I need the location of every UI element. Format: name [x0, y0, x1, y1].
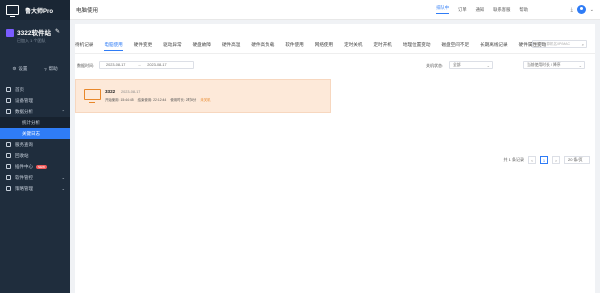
- monitor-icon: [84, 89, 101, 103]
- tab-hw-load[interactable]: 硬件高负载: [251, 42, 274, 51]
- company-switcher[interactable]: 3322软件站 已加入 1 个团队 ✎: [0, 20, 70, 44]
- settings-button[interactable]: ⚙ 设置: [12, 66, 27, 72]
- recycle-icon: [6, 153, 11, 158]
- record-duration: 使用时长: 2时8分: [170, 98, 197, 102]
- company-sub: 已加入 1 个团队: [17, 38, 46, 43]
- edit-icon[interactable]: ✎: [55, 28, 60, 35]
- company-avatar: [6, 29, 14, 37]
- policy-icon: [6, 186, 11, 191]
- tab-pc-usage[interactable]: 电脑使用: [104, 42, 123, 51]
- gear-icon: ⚙: [12, 66, 17, 71]
- tab-driver[interactable]: 驱动异常: [163, 42, 181, 51]
- page-size-select[interactable]: 20 条/页: [564, 156, 590, 164]
- tab-disk-fault[interactable]: 硬盘故障: [193, 42, 211, 51]
- date-separator: →: [137, 63, 142, 67]
- tab-hw-change[interactable]: 硬件变更: [134, 42, 152, 51]
- chart-icon: [6, 109, 11, 114]
- home-icon: [6, 87, 11, 92]
- page-title: 电脑使用: [76, 7, 99, 14]
- pagination: 共 1 条记录 < 1 > 20 条/页: [504, 156, 590, 164]
- sidebar-nav: 首页 设备管理 数据分析 ⌃ 统计分析 关键日志 服务查询 回收站 插件中心 NEW…: [0, 84, 70, 194]
- topbar-link-notice[interactable]: 通知: [476, 7, 485, 13]
- new-badge: NEW: [36, 164, 47, 169]
- shutdown-label: 关机状态:: [426, 63, 444, 68]
- main-panel: 待机记录 电脑使用 硬件变更 驱动异常 硬盘故障 硬件高温 硬件高负载 软件使用…: [75, 24, 595, 293]
- tab-offline[interactable]: 长期离线记录: [480, 42, 508, 51]
- sidebar-item-devices[interactable]: 设备管理: [0, 95, 70, 106]
- sidebar-item-analysis[interactable]: 数据分析 ⌃: [0, 106, 70, 117]
- date-end: 2023-08-17: [147, 63, 167, 67]
- sidebar-item-plugins[interactable]: 插件中心 NEW: [0, 161, 70, 172]
- sidebar-item-software[interactable]: 软件管控 ⌄: [0, 172, 70, 183]
- help-icon: ?: [44, 66, 47, 72]
- monitor-logo-icon: [6, 5, 19, 17]
- search-icon: ⌕: [581, 42, 584, 47]
- tab-hw-temp[interactable]: 硬件高温: [222, 42, 240, 51]
- chevron-down-icon: ⌄: [486, 63, 490, 68]
- logo-text: 鲁大师Pro: [25, 8, 54, 15]
- company-name: 3322软件站: [17, 30, 51, 37]
- sidebar-item-stats[interactable]: 统计分析: [0, 117, 70, 128]
- record-date: 2023-08-17: [121, 89, 141, 94]
- logo: 鲁大师Pro: [0, 0, 70, 20]
- divider: [75, 53, 595, 54]
- sidebar-item-service[interactable]: 服务查询: [0, 139, 70, 150]
- page-1-button[interactable]: 1: [540, 156, 548, 164]
- shutdown-select[interactable]: 全部 ⌄: [449, 61, 493, 69]
- topbar: 电脑使用 排队中 订单 通知 联系客服 帮助 ⤓ ⌄: [70, 0, 600, 20]
- sidebar-item-key-log[interactable]: 关键日志: [0, 128, 70, 139]
- help-button[interactable]: ? 帮助: [44, 66, 58, 72]
- chevron-down-icon: ⌄: [61, 175, 65, 180]
- search-input[interactable]: 搜索计算机名/IP/MAC ⌕: [532, 40, 587, 48]
- date-label: 数据时间:: [77, 63, 95, 68]
- prev-page-button[interactable]: <: [528, 156, 536, 164]
- sort-select[interactable]: 当前使用时长 / 降序 ⌄: [523, 61, 585, 69]
- chevron-down-icon: ⌄: [61, 186, 65, 191]
- topbar-link-queue[interactable]: 排队中: [436, 5, 450, 14]
- download-icon[interactable]: ⤓: [571, 7, 573, 13]
- chevron-down-icon: ⌄: [578, 63, 582, 68]
- service-icon: [6, 142, 11, 147]
- status-badge: 未关机: [200, 98, 211, 102]
- sidebar: 鲁大师Pro 3322软件站 已加入 1 个团队 ✎ ⚙ 设置 ? 帮助 首页 设备…: [0, 0, 70, 293]
- tab-network[interactable]: 网络使用: [315, 42, 333, 51]
- tab-standby[interactable]: 待机记录: [75, 42, 93, 51]
- next-page-button[interactable]: >: [552, 156, 560, 164]
- tab-boot[interactable]: 定时开机: [374, 42, 392, 51]
- tab-software[interactable]: 软件使用: [285, 42, 303, 51]
- log-tabs: 待机记录 电脑使用 硬件变更 驱动异常 硬盘故障 硬件高温 硬件高负载 软件使用…: [75, 42, 557, 51]
- chevron-down-icon[interactable]: ⌄: [590, 7, 594, 13]
- topbar-link-orders[interactable]: 订单: [458, 7, 467, 13]
- topbar-link-help[interactable]: 帮助: [519, 7, 528, 13]
- tab-disk-space[interactable]: 磁盘空间不足: [441, 42, 469, 51]
- tab-shutdown[interactable]: 定时关机: [344, 42, 362, 51]
- device-icon: [6, 98, 11, 103]
- sidebar-item-recycle[interactable]: 回收站: [0, 150, 70, 161]
- tab-location[interactable]: 地理位置变动: [403, 42, 431, 51]
- total-count: 共 1 条记录: [503, 157, 524, 162]
- record-title: 3322: [105, 89, 116, 94]
- sidebar-item-policy[interactable]: 策略管理 ⌄: [0, 183, 70, 194]
- software-icon: [6, 175, 11, 180]
- record-boot: 开始使用: 15:44:45: [105, 98, 134, 102]
- chevron-up-icon: ⌃: [61, 109, 65, 114]
- usage-record-card[interactable]: 3322 2023-08-17 开始使用: 15:44:45 结束使用: 22:…: [75, 79, 331, 113]
- topbar-link-support[interactable]: 联系客服: [493, 7, 510, 13]
- plugin-icon: [6, 164, 11, 169]
- record-end: 结束使用: 22:12:44: [137, 98, 167, 102]
- date-start: 2023-08-17: [106, 63, 126, 67]
- date-range-picker[interactable]: 2023-08-17 → 2023-08-17: [99, 61, 194, 69]
- sidebar-item-home[interactable]: 首页: [0, 84, 70, 95]
- avatar[interactable]: [576, 5, 586, 14]
